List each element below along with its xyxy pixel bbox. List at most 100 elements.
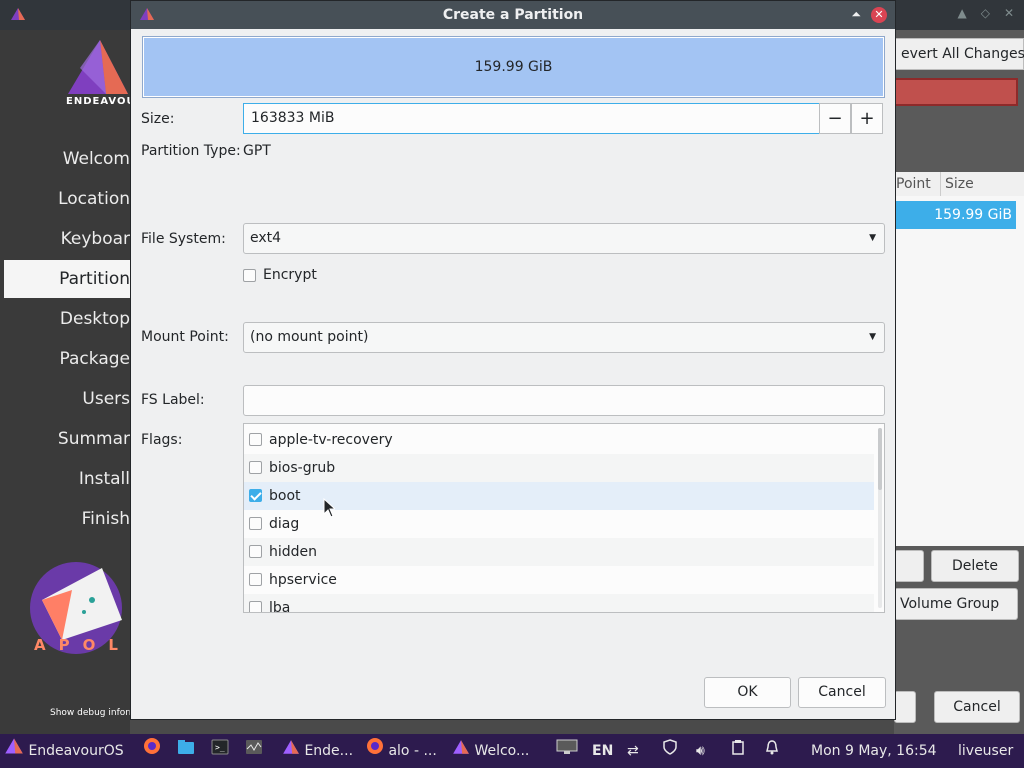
taskbar: EndeavourOS >_ Ende... alo - ... Welco..… xyxy=(0,734,1024,768)
size-column-header: Size xyxy=(940,172,974,196)
volume-group-button[interactable]: Volume Group xyxy=(894,588,1018,620)
endeavouros-logo-icon xyxy=(452,734,470,768)
svg-text:>_: >_ xyxy=(215,743,225,752)
flag-item-lba[interactable]: lba xyxy=(244,594,874,612)
system-monitor-icon xyxy=(245,734,263,768)
flag-item-hidden[interactable]: hidden xyxy=(244,538,874,566)
size-decrement-button[interactable]: − xyxy=(819,103,851,134)
revert-all-changes-button[interactable]: evert All Changes xyxy=(894,38,1024,70)
task-welcome[interactable]: Welco... xyxy=(452,734,529,768)
checkbox-icon[interactable] xyxy=(249,432,262,446)
dialog-title: Create a Partition xyxy=(442,7,584,23)
sidebar-item-partitions: Partition xyxy=(4,260,130,298)
sidebar-item-finish: Finish xyxy=(81,509,130,529)
task-endeavouros[interactable]: Ende... xyxy=(282,734,353,768)
network-icon[interactable]: ⇄ xyxy=(627,734,639,768)
checkbox-icon[interactable] xyxy=(249,572,262,586)
checkbox-icon[interactable] xyxy=(249,600,262,612)
terminal-launcher[interactable]: >_ xyxy=(211,734,229,768)
encrypt-checkbox[interactable]: Encrypt xyxy=(243,267,317,283)
sidebar-item-welcome: Welcom xyxy=(62,149,130,169)
folder-icon xyxy=(177,734,195,768)
disk-usage-bar xyxy=(894,78,1018,106)
fs-label-input[interactable] xyxy=(243,385,885,416)
mount-point-label: Mount Point: xyxy=(141,329,229,345)
sidebar-item-users: Users xyxy=(82,389,130,409)
installer-window-buttons: ▲ ◇ ✕ xyxy=(957,6,1014,20)
flags-label: Flags: xyxy=(141,432,183,448)
endeavouros-logo-icon xyxy=(282,734,300,768)
system-monitor-launcher[interactable] xyxy=(245,734,263,768)
partition-type-label: Partition Type: xyxy=(141,143,241,159)
filesystem-value: ext4 xyxy=(250,230,282,246)
partition-preview-bar: 159.99 GiB xyxy=(142,36,885,98)
installer-cancel-button[interactable]: Cancel xyxy=(934,691,1020,723)
partition-type-value: GPT xyxy=(243,143,271,159)
filesystem-label: File System: xyxy=(141,231,226,247)
volume-icon[interactable]: 🔊︎ xyxy=(696,734,705,768)
flag-item-bios-grub[interactable]: bios-grub xyxy=(244,454,874,482)
checkbox-icon[interactable] xyxy=(249,460,262,474)
mount-point-column-header: Point xyxy=(896,176,931,192)
cancel-button[interactable]: Cancel xyxy=(798,677,886,708)
debug-info-link[interactable]: Show debug inform xyxy=(50,708,138,718)
minimize-icon[interactable]: ▲ xyxy=(957,6,966,20)
screen-icon[interactable] xyxy=(556,734,578,768)
back-button[interactable] xyxy=(894,691,916,723)
filesystem-select[interactable]: ext4 ▼ xyxy=(243,223,885,254)
create-partition-dialog: Create a Partition ⏶ ✕ 159.99 GiB Size: … xyxy=(130,0,896,720)
firefox-launcher[interactable] xyxy=(143,734,161,768)
sidebar-item-packages: Package xyxy=(59,349,130,369)
terminal-icon: >_ xyxy=(211,734,229,768)
clock[interactable]: Mon 9 May, 16:54 xyxy=(811,734,937,768)
close-icon[interactable]: ✕ xyxy=(871,7,887,23)
sidebar-item-desktop: Desktop xyxy=(59,309,130,329)
partition-table-header: Point Size xyxy=(894,172,1024,196)
edit-button[interactable] xyxy=(894,550,924,582)
size-label: Size: xyxy=(141,111,175,127)
delete-button[interactable]: Delete xyxy=(931,550,1019,582)
sidebar-item-install: Install xyxy=(78,469,130,489)
firefox-icon xyxy=(366,734,384,768)
checkbox-checked-icon[interactable] xyxy=(249,488,262,502)
flag-item-hpservice[interactable]: hpservice xyxy=(244,566,874,594)
chevron-down-icon: ▼ xyxy=(869,332,876,342)
dialog-titlebar: Create a Partition ⏶ ✕ xyxy=(131,1,895,29)
checkbox-icon[interactable] xyxy=(243,268,256,282)
file-manager-launcher[interactable] xyxy=(177,734,195,768)
size-input[interactable]: 163833 MiB xyxy=(243,103,820,134)
close-icon[interactable]: ✕ xyxy=(1004,6,1014,20)
encrypt-label: Encrypt xyxy=(263,267,317,283)
maximize-icon[interactable]: ◇ xyxy=(981,6,990,20)
checkbox-icon[interactable] xyxy=(249,544,262,558)
shield-icon[interactable] xyxy=(663,734,677,768)
firefox-icon xyxy=(143,734,161,768)
size-increment-button[interactable]: + xyxy=(851,103,883,134)
user-menu[interactable]: liveuser xyxy=(958,734,1013,768)
sidebar-item-location: Location xyxy=(58,189,130,209)
keep-above-icon[interactable]: ⏶ xyxy=(851,7,861,22)
flags-scrollbar-thumb[interactable] xyxy=(878,428,882,490)
task-firefox[interactable]: alo - ... xyxy=(366,734,437,768)
flags-list[interactable]: apple-tv-recovery bios-grub boot diag hi… xyxy=(243,423,885,613)
keyboard-layout-indicator[interactable]: EN xyxy=(592,734,613,768)
partition-table xyxy=(894,196,1024,546)
flag-item-boot[interactable]: boot xyxy=(244,482,874,510)
checkbox-icon[interactable] xyxy=(249,516,262,530)
fs-label-label: FS Label: xyxy=(141,392,205,408)
notifications-icon[interactable] xyxy=(765,734,779,768)
ok-button[interactable]: OK xyxy=(704,677,791,708)
start-menu-label: EndeavourOS xyxy=(28,743,124,759)
endeavouros-logo-icon xyxy=(4,734,24,768)
start-menu-button[interactable]: EndeavourOS xyxy=(4,734,124,768)
mount-point-select[interactable]: (no mount point) ▼ xyxy=(243,322,885,353)
clipboard-icon[interactable] xyxy=(731,734,745,768)
sidebar-item-keyboard: Keyboar xyxy=(60,229,130,249)
mouse-cursor-icon xyxy=(323,497,337,522)
chevron-down-icon: ▼ xyxy=(869,233,876,243)
endeavouros-logo-icon xyxy=(10,7,26,25)
flag-item-diag[interactable]: diag xyxy=(244,510,874,538)
flag-item-apple-tv-recovery[interactable]: apple-tv-recovery xyxy=(244,426,874,454)
sidebar-item-summary: Summar xyxy=(57,429,130,449)
partition-table-row[interactable]: 159.99 GiB xyxy=(894,201,1016,229)
